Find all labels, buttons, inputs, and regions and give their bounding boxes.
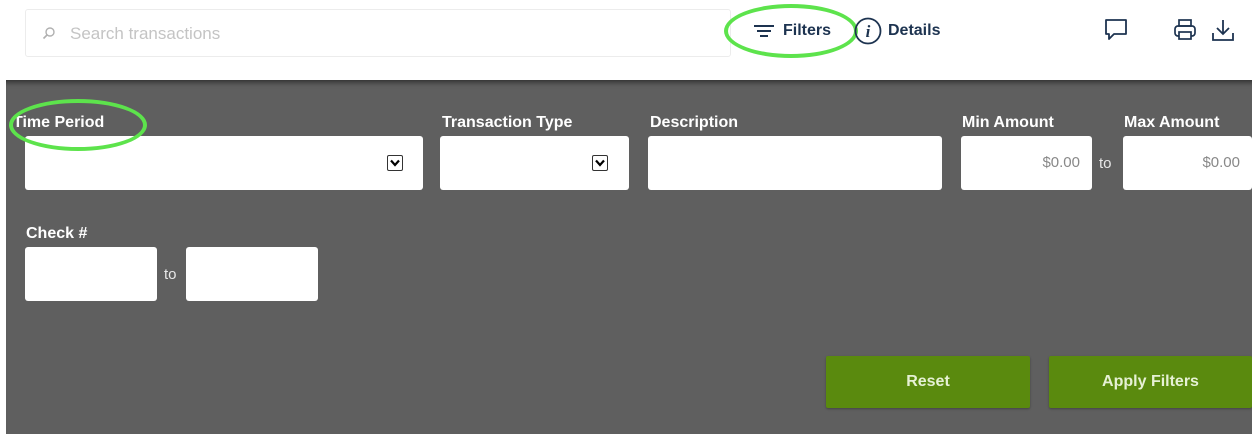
description-input[interactable] xyxy=(648,136,942,190)
chevron-down-icon xyxy=(387,155,403,171)
search-input[interactable] xyxy=(68,20,712,48)
time-period-select[interactable] xyxy=(25,136,423,190)
toolbar: Filters i Details xyxy=(0,0,1252,80)
info-icon: i xyxy=(854,17,882,45)
min-amount-value: $0.00 xyxy=(1042,154,1080,171)
description-label: Description xyxy=(650,114,739,131)
reset-button[interactable]: Reset xyxy=(826,356,1030,408)
max-amount-input[interactable]: $0.00 xyxy=(1123,136,1252,190)
search-box[interactable] xyxy=(25,9,731,57)
comment-icon[interactable] xyxy=(1103,17,1129,43)
check-to-label: to xyxy=(164,266,177,283)
min-amount-label: Min Amount xyxy=(962,114,1054,131)
time-period-label: Time Period xyxy=(13,114,105,131)
print-icon[interactable] xyxy=(1172,17,1198,43)
min-amount-input[interactable]: $0.00 xyxy=(961,136,1092,190)
filter-panel: Time Period Transaction Type Description… xyxy=(6,80,1252,434)
apply-filters-button[interactable]: Apply Filters xyxy=(1049,356,1252,408)
check-number-label: Check # xyxy=(26,225,88,242)
download-icon[interactable] xyxy=(1210,17,1236,43)
filters-label: Filters xyxy=(783,22,832,39)
search-icon xyxy=(42,27,55,40)
transaction-type-label: Transaction Type xyxy=(442,114,573,131)
check-to-input[interactable] xyxy=(186,247,318,301)
filters-button[interactable]: Filters xyxy=(753,18,831,44)
transaction-type-select[interactable] xyxy=(440,136,629,190)
check-from-input[interactable] xyxy=(25,247,157,301)
max-amount-value: $0.00 xyxy=(1202,154,1240,171)
max-amount-label: Max Amount xyxy=(1124,114,1220,131)
amount-to-label: to xyxy=(1099,155,1112,172)
filter-icon xyxy=(754,25,774,37)
svg-text:i: i xyxy=(866,22,871,41)
chevron-down-icon xyxy=(592,155,608,171)
details-button[interactable]: i Details xyxy=(854,17,940,45)
details-label: Details xyxy=(888,22,941,39)
